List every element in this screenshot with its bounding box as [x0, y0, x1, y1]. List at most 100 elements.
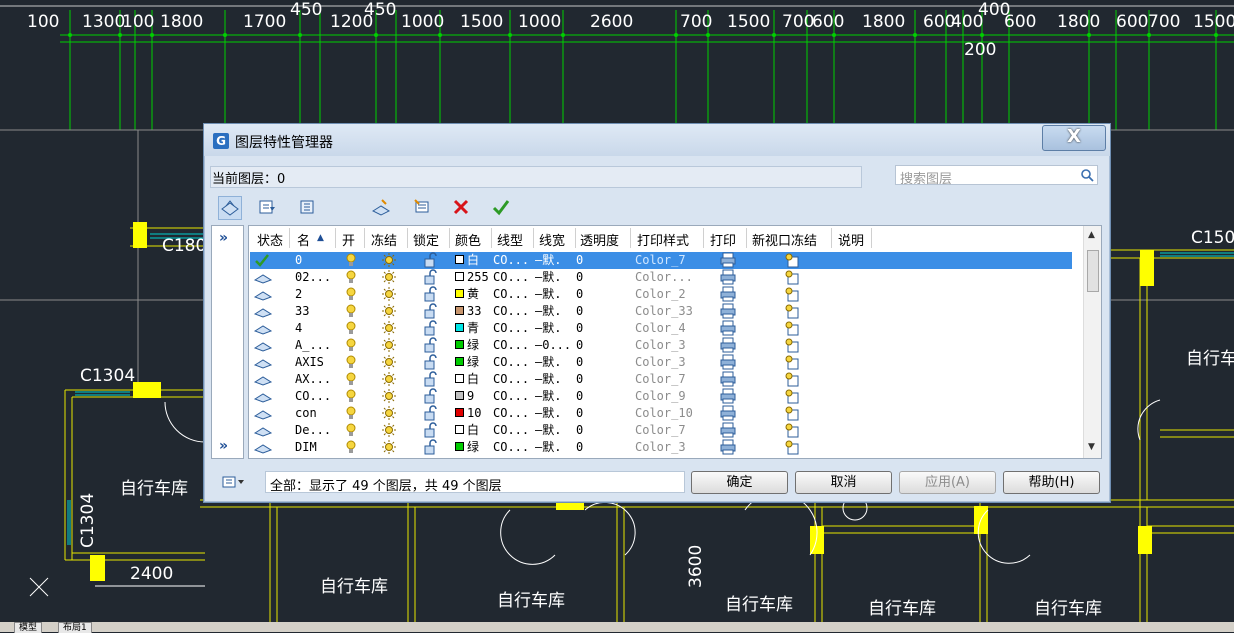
tab-layout1[interactable]: 布局1	[58, 622, 92, 633]
set-current-button[interactable]	[490, 196, 514, 220]
col-header-color[interactable]: 颜色	[455, 230, 481, 249]
vertical-scrollbar[interactable]: ▲ ▼	[1083, 226, 1101, 458]
filter-options-icon[interactable]	[222, 475, 248, 489]
col-header-plot-style[interactable]: 打印样式	[637, 230, 689, 249]
plot-style: Color_3	[635, 338, 686, 352]
dimension-text: 1700	[243, 12, 287, 32]
layer-row[interactable]: A_... 绿 CO... —0... 0 Color_3	[250, 337, 1072, 354]
new-layer-vp-frozen-button[interactable]	[411, 196, 435, 220]
col-header-on[interactable]: 开	[342, 230, 355, 249]
apply-button[interactable]: 应用(A)	[899, 471, 996, 494]
layer-row[interactable]: AX... 白 CO... —默. 0 Color_7	[250, 371, 1072, 388]
layer-row[interactable]: AXIS 绿 CO... —默. 0 Color_3	[250, 354, 1072, 371]
scrollbar-thumb[interactable]	[1087, 250, 1099, 292]
status-bar: 全部：显示了 49 个图层，共 49 个图层	[265, 471, 685, 494]
color-swatch[interactable]	[455, 323, 464, 332]
expand-chevron-icon[interactable]: »	[219, 230, 228, 246]
dimension-text: 1000	[401, 12, 445, 32]
layer-row[interactable]: 33 33 CO... —默. 0 Color_33	[250, 303, 1072, 320]
col-header-description[interactable]: 说明	[838, 230, 864, 249]
dimension-text: 1500	[1193, 12, 1234, 32]
linetype: CO...	[493, 440, 530, 454]
scroll-down-icon[interactable]: ▼	[1088, 442, 1095, 452]
printer-icon[interactable]	[720, 439, 736, 458]
dimension-text: 1500	[460, 12, 504, 32]
layer-row[interactable]: CO... 9 CO... —默. 0 Color_9	[250, 388, 1072, 405]
color-swatch[interactable]	[455, 442, 464, 451]
search-input[interactable]: 搜索图层	[895, 165, 1098, 187]
col-header-lock[interactable]: 锁定	[413, 230, 439, 249]
col-header-status[interactable]: 状态	[257, 230, 283, 249]
dimension-text: 600	[1004, 12, 1037, 32]
layer-row[interactable]: con 10 CO... —默. 0 Color_10	[250, 405, 1072, 422]
col-header-vp-freeze[interactable]: 新视口冻结	[752, 230, 817, 249]
color-name: 绿	[467, 355, 480, 369]
plot-style: Color_4	[635, 321, 686, 335]
dimension-text: 100	[27, 12, 60, 32]
layer-row[interactable]: 02... 255 CO... —默. 0 Color...	[250, 269, 1072, 286]
color-swatch[interactable]	[455, 255, 464, 264]
unlock-icon[interactable]	[422, 439, 438, 458]
color-swatch[interactable]	[455, 408, 464, 417]
lineweight: —默.	[535, 440, 562, 454]
layer-name: A_...	[295, 338, 332, 352]
current-layer-label: 当前图层：0	[212, 172, 286, 187]
dimension-text: 700	[680, 12, 713, 32]
color-name: 33	[467, 304, 482, 318]
filter-tree-pane[interactable]: » »	[211, 225, 244, 459]
linetype: CO...	[493, 423, 530, 437]
color-swatch[interactable]	[455, 425, 464, 434]
layer-name: De...	[295, 423, 332, 437]
color-name: 10	[467, 406, 482, 420]
dimension-text: 700	[782, 12, 815, 32]
new-layer-frozen-icon	[414, 199, 429, 213]
tab-model[interactable]: 模型	[14, 622, 43, 633]
col-header-freeze[interactable]: 冻结	[371, 230, 397, 249]
layer-row[interactable]: 2 黄 CO... —默. 0 Color_2	[250, 286, 1072, 303]
layer-states-button[interactable]	[218, 196, 242, 220]
viewport-sun-icon[interactable]	[783, 439, 799, 458]
color-swatch[interactable]	[455, 340, 464, 349]
new-layer-button[interactable]	[370, 196, 394, 220]
lightbulb-icon[interactable]	[345, 439, 357, 458]
help-button[interactable]: 帮助(H)	[1003, 471, 1100, 494]
layer-row[interactable]: De... 白 CO... —默. 0 Color_7	[250, 422, 1072, 439]
col-header-linetype[interactable]: 线型	[497, 230, 523, 249]
layer-list[interactable]: 状态 名 ▲ 开 冻结 锁定 颜色 线型 线宽 透明度 打印样式 打印 新视口冻…	[248, 225, 1102, 459]
lineweight: —默.	[535, 321, 562, 335]
color-swatch[interactable]	[455, 391, 464, 400]
close-button[interactable]: X	[1042, 125, 1106, 151]
layer-states-manager-button[interactable]	[296, 196, 320, 220]
scroll-up-icon[interactable]: ▲	[1088, 230, 1095, 240]
layer-row[interactable]: DIM 绿 CO... —默. 0 Color_3	[250, 439, 1072, 456]
plot-style: Color...	[635, 270, 693, 284]
layer-name: CO...	[295, 389, 332, 403]
color-swatch[interactable]	[455, 357, 464, 366]
layer-row[interactable]: 4 青 CO... —默. 0 Color_4	[250, 320, 1072, 337]
plot-style: Color_3	[635, 355, 686, 369]
linetype: CO...	[493, 304, 530, 318]
color-swatch[interactable]	[455, 289, 464, 298]
col-header-lineweight[interactable]: 线宽	[539, 230, 565, 249]
color-swatch[interactable]	[455, 272, 464, 281]
delete-layer-button[interactable]	[450, 196, 474, 220]
ok-button[interactable]: 确定	[691, 471, 788, 494]
cancel-button[interactable]: 取消	[795, 471, 892, 494]
col-header-transparency[interactable]: 透明度	[580, 230, 619, 249]
color-swatch[interactable]	[455, 306, 464, 315]
lineweight: —0...	[535, 338, 572, 352]
search-icon[interactable]	[1080, 168, 1094, 182]
color-swatch[interactable]	[455, 374, 464, 383]
col-header-name[interactable]: 名	[297, 230, 310, 249]
status-text: 全部：显示了 49 个图层，共 49 个图层	[270, 479, 502, 494]
dimension-text: 1800	[1057, 12, 1101, 32]
layer-properties-dialog: G 图层特性管理器 X 当前图层：0 搜索图层 » » 状态 名 ▲ 开 冻结 …	[203, 123, 1111, 503]
expand-chevron-icon[interactable]: »	[219, 438, 228, 454]
layer-row[interactable]: 0 白 CO... —默. 0 Color_7	[250, 252, 1072, 269]
new-group-filter-button[interactable]	[256, 196, 280, 220]
dialog-title: 图层特性管理器	[235, 135, 333, 151]
dialog-title-bar[interactable]: G 图层特性管理器 X	[204, 124, 1110, 156]
col-header-plot[interactable]: 打印	[710, 230, 736, 249]
sun-icon[interactable]	[381, 439, 397, 458]
linetype: CO...	[493, 253, 530, 267]
